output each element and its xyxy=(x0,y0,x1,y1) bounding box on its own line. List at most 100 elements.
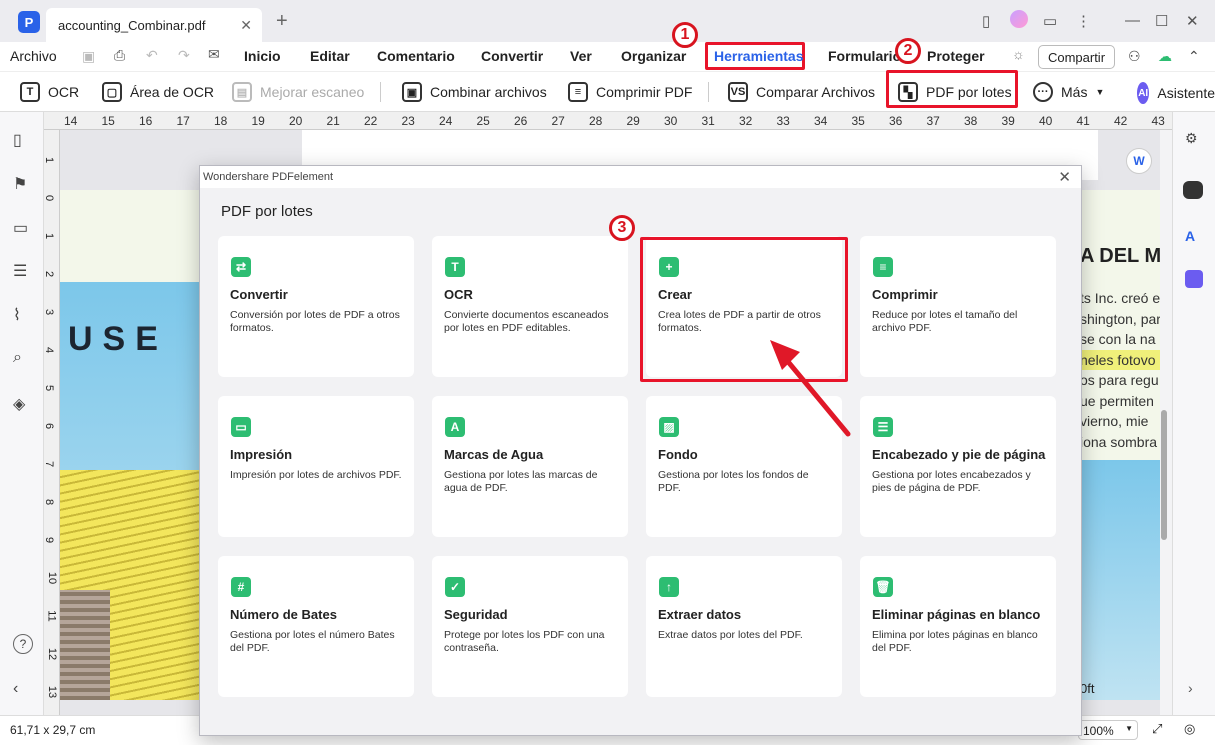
compress-label: Comprimir PDF xyxy=(596,84,693,100)
compress-icon: ≡ xyxy=(568,82,588,102)
ocr-area-icon: ▢ xyxy=(102,82,122,102)
ruler-tick: 7 xyxy=(44,460,56,468)
menu-comentario[interactable]: Comentario xyxy=(377,48,455,64)
compress-pdf-button[interactable]: ≡ Comprimir PDF xyxy=(568,82,692,102)
save-icon: ▣ xyxy=(82,48,96,64)
menu-herramientas[interactable]: Herramientas xyxy=(714,48,804,64)
assistant-button[interactable]: AI Asistente xyxy=(1137,82,1215,104)
ocr-area-button[interactable]: ▢ Área de OCR xyxy=(102,82,214,102)
expand-right-icon[interactable]: › xyxy=(1188,680,1193,696)
fit-page-icon[interactable]: ⤢ xyxy=(1152,721,1162,737)
check-task-icon[interactable] xyxy=(1185,270,1203,288)
document-tab[interactable]: accounting_Combinar.pdf ✕ xyxy=(46,8,262,42)
close-window-icon[interactable]: ✕ xyxy=(1186,12,1199,30)
batch-card-convert[interactable]: ⇄ Convertir Conversión por lotes de PDF a … xyxy=(218,236,414,377)
ruler-tick: 15 xyxy=(101,114,115,128)
ruler-tick: 39 xyxy=(1001,114,1015,128)
attachment-icon[interactable]: ⌇ xyxy=(13,305,21,325)
compare-files-button[interactable]: VS Comparar Archivos xyxy=(728,82,875,102)
vertical-scrollbar[interactable] xyxy=(1161,410,1167,540)
print-icon[interactable]: ⎙ xyxy=(114,47,125,64)
chat-icon[interactable]: ▭ xyxy=(1043,12,1057,30)
zoom-select[interactable]: 100% ▼ xyxy=(1078,720,1138,740)
collapse-icon[interactable]: ⌃ xyxy=(1188,48,1200,65)
ruler-tick: 21 xyxy=(326,114,340,128)
menu-ver[interactable]: Ver xyxy=(570,48,592,64)
network-icon[interactable]: ⚇ xyxy=(1128,48,1141,65)
card-description: Gestiona por lotes los fondos de PDF. xyxy=(658,469,809,494)
batch-card-security[interactable]: ✓ Seguridad Protege por lotes los PDF con … xyxy=(432,556,628,697)
new-tab-icon[interactable]: + xyxy=(276,10,288,33)
dialog-close-icon[interactable]: ✕ xyxy=(1058,168,1071,186)
doc-text-line: os para regu xyxy=(1080,372,1159,388)
doc-heading-fragment: A DEL M xyxy=(1080,245,1160,267)
menu-organizar[interactable]: Organizar xyxy=(621,48,686,64)
watermark-icon: A xyxy=(445,417,465,437)
cloud-sync-icon[interactable]: ☁ xyxy=(1158,48,1172,65)
menu-inicio[interactable]: Inicio xyxy=(244,48,281,64)
step-1-marker: 1 xyxy=(672,22,698,48)
batch-card-header-footer[interactable]: ☰ Encabezado y pie de página Gestiona por … xyxy=(860,396,1056,537)
menu-archivo[interactable]: Archivo xyxy=(10,48,57,64)
properties-icon[interactable]: ⚙ xyxy=(1185,130,1198,147)
convert-icon: ⇄ xyxy=(231,257,251,277)
batch-card-ocr[interactable]: T OCR Convierte documentos escaneados por … xyxy=(432,236,628,377)
ocr-icon: T xyxy=(445,257,465,277)
ruler-tick: 18 xyxy=(214,114,228,128)
more-options-icon[interactable]: ⋮ xyxy=(1076,12,1091,30)
security-icon: ✓ xyxy=(445,577,465,597)
ruler-tick: 41 xyxy=(1076,114,1090,128)
menu-editar[interactable]: Editar xyxy=(310,48,350,64)
tab-title: accounting_Combinar.pdf xyxy=(58,17,206,33)
ruler-tick: 20 xyxy=(289,114,303,128)
more-label: Más xyxy=(1061,84,1088,100)
settings-circle-icon[interactable]: ◎ xyxy=(1184,721,1195,737)
ocr-button[interactable]: T OCR xyxy=(20,82,79,102)
menu-convertir[interactable]: Convertir xyxy=(481,48,543,64)
step-3-marker: 3 xyxy=(609,215,635,241)
comment-icon[interactable]: ▭ xyxy=(13,218,28,238)
menu-proteger[interactable]: Proteger xyxy=(927,48,985,64)
more-tools-button[interactable]: ··· Más ▼ xyxy=(1033,82,1104,102)
batch-pdf-button[interactable]: ▚ PDF por lotes xyxy=(898,82,1012,102)
search-icon[interactable]: ⌕ xyxy=(13,349,22,367)
ruler-tick: 12 xyxy=(46,647,59,661)
help-icon[interactable]: ? xyxy=(13,634,33,654)
batch-card-print[interactable]: ▭ Impresión Impresión por lotes de archivo… xyxy=(218,396,414,537)
ruler-tick: 9 xyxy=(44,536,56,544)
page-thumbnails-icon[interactable]: ▯ xyxy=(13,130,22,150)
batch-card-watermark[interactable]: A Marcas de Agua Gestiona por lotes las ma… xyxy=(432,396,628,537)
layers-list-icon[interactable]: ☰ xyxy=(13,261,27,281)
bookmark-icon[interactable]: ⚑ xyxy=(13,174,27,194)
card-title: Impresión xyxy=(230,447,293,462)
translate-icon[interactable]: A xyxy=(1185,228,1195,244)
ai-robot-icon[interactable] xyxy=(1183,181,1203,199)
avatar[interactable] xyxy=(1010,10,1028,28)
lightbulb-icon[interactable]: ☼ xyxy=(1012,46,1025,62)
combine-files-button[interactable]: ▣ Combinar archivos xyxy=(402,82,547,102)
layers-icon[interactable]: ◈ xyxy=(13,394,25,414)
batch-icon: ▚ xyxy=(898,82,918,102)
collapse-left-icon[interactable]: ‹ xyxy=(13,680,18,698)
doc-text-line: ts Inc. creó e xyxy=(1080,290,1160,306)
ocr-area-label: Área de OCR xyxy=(130,84,215,100)
batch-card-extract[interactable]: ↑ Extraer datos Extrae datos por lotes del… xyxy=(646,556,842,697)
tablet-icon[interactable]: ▯ xyxy=(982,12,990,30)
menu-formulario[interactable]: Formulario xyxy=(828,48,901,64)
ruler-tick: 19 xyxy=(251,114,265,128)
share-button[interactable]: Compartir xyxy=(1038,45,1115,69)
word-convert-icon[interactable]: W xyxy=(1126,148,1152,174)
ruler-tick: 5 xyxy=(44,384,56,392)
close-tab-icon[interactable]: ✕ xyxy=(240,17,252,34)
batch-card-delete-blank[interactable]: 🗑 Eliminar páginas en blanco Elimina por l… xyxy=(860,556,1056,697)
right-sky-image xyxy=(1080,460,1160,700)
maximize-icon[interactable]: ☐ xyxy=(1155,12,1168,30)
card-title: Marcas de Agua xyxy=(444,447,544,462)
ruler-tick: 1 xyxy=(44,156,56,164)
toolbar-divider xyxy=(708,82,709,102)
mail-icon[interactable]: ✉ xyxy=(208,46,220,63)
batch-card-compress[interactable]: ≡ Comprimir Reduce por lotes el tamaño del… xyxy=(860,236,1056,377)
minimize-icon[interactable]: — xyxy=(1125,12,1140,29)
batch-card-bates[interactable]: # Número de Bates Gestiona por lotes el nú… xyxy=(218,556,414,697)
doc-title-fragment: USE xyxy=(68,320,168,358)
